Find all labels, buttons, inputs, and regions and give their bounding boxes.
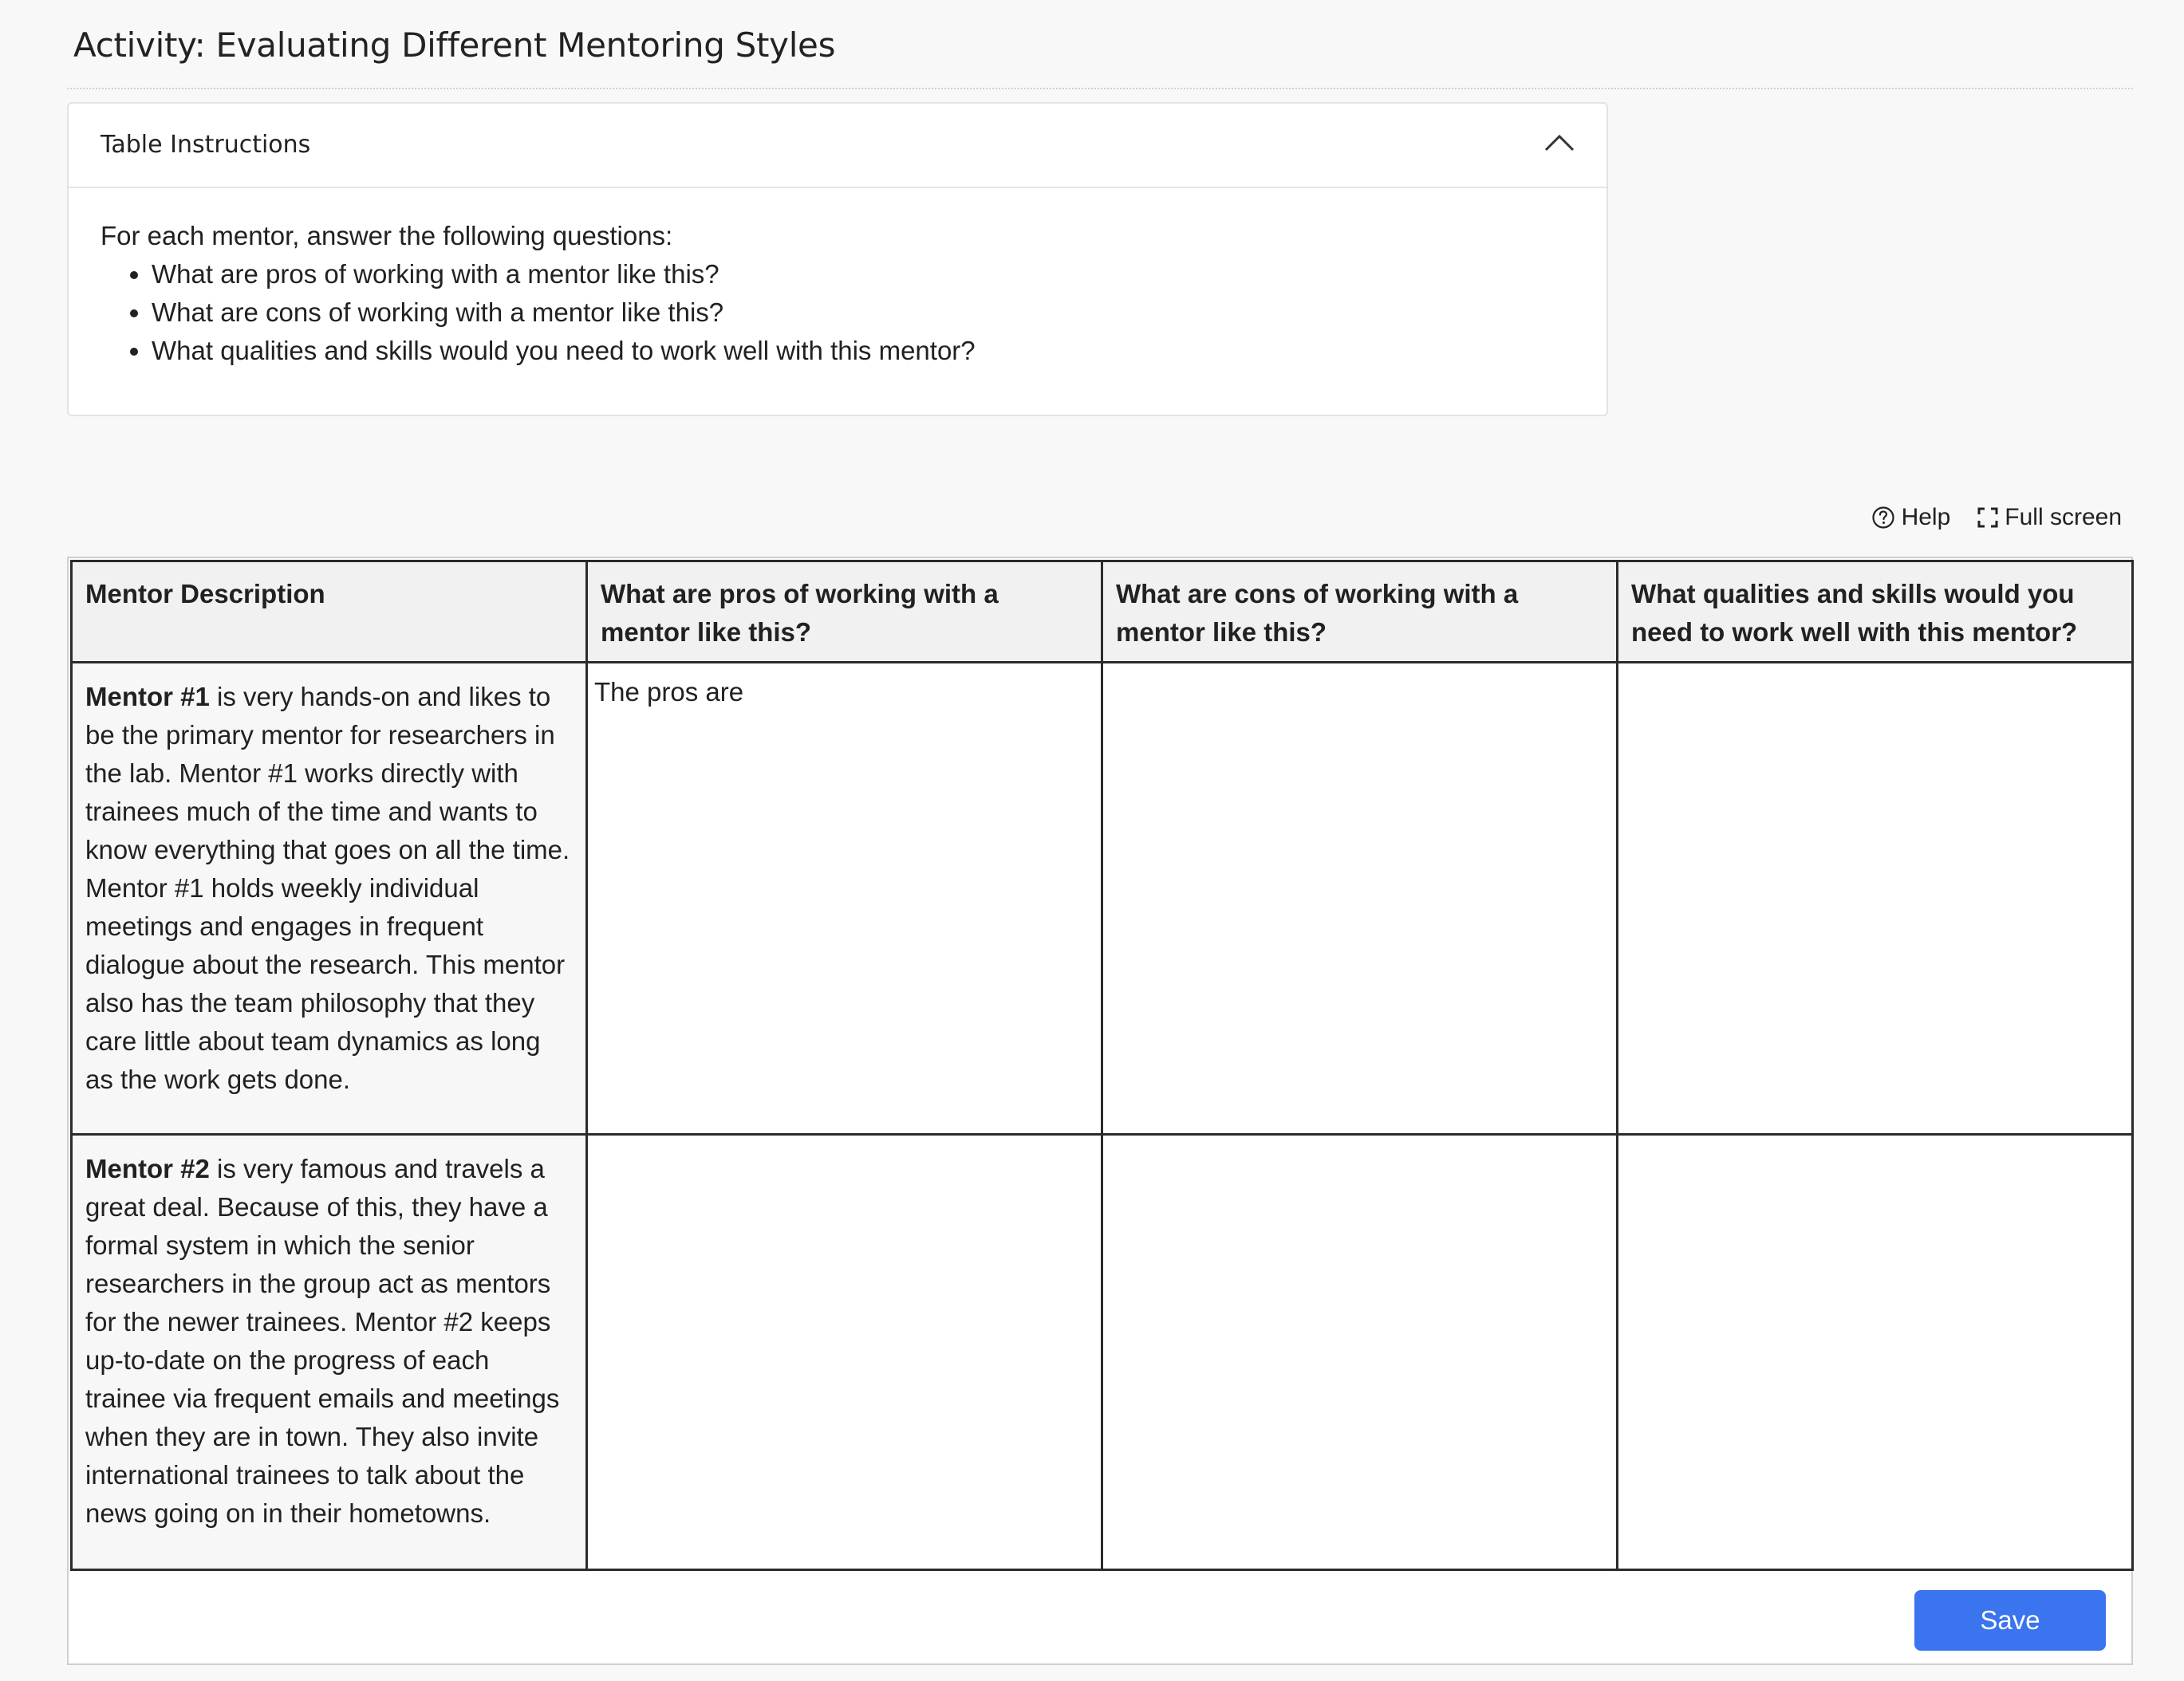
qualities-input-cell[interactable]: [1616, 1133, 2134, 1571]
table-header-row: Mentor Description What are pros of work…: [70, 560, 2134, 663]
mentor-table-container: Mentor Description What are pros of work…: [67, 557, 2134, 1665]
column-header-description: Mentor Description: [70, 560, 588, 663]
pros-input-cell[interactable]: The pros are: [585, 661, 1103, 1136]
mentor-name: Mentor #1: [85, 682, 210, 711]
mentor-description-text: is very hands-on and likes to be the pri…: [85, 682, 570, 1094]
column-header-pros: What are pros of working with a mentor l…: [585, 560, 1103, 663]
table-row: Mentor #2 is very famous and travels a g…: [70, 1133, 2134, 1571]
page-title: Activity: Evaluating Different Mentoring…: [73, 26, 836, 65]
table-row: Mentor #1 is very hands-on and likes to …: [70, 661, 2134, 1136]
help-button[interactable]: Help: [1871, 504, 1951, 531]
qualities-input-cell[interactable]: [1616, 661, 2134, 1136]
help-circle-icon: [1871, 506, 1894, 529]
fullscreen-icon: [1977, 507, 1998, 528]
instructions-toggle[interactable]: Table Instructions: [69, 104, 1606, 188]
mentor-table: Mentor Description What are pros of work…: [70, 560, 2134, 1571]
cons-input-cell[interactable]: [1101, 661, 1618, 1136]
column-header-qualities: What qualities and skills would you need…: [1616, 560, 2134, 663]
mentor-description-text: is very famous and travels a great deal.…: [85, 1154, 560, 1528]
mentor-description-cell: Mentor #2 is very famous and travels a g…: [70, 1133, 588, 1571]
table-toolbar: Help Full screen: [1871, 504, 2122, 531]
cons-input-cell[interactable]: [1101, 1133, 1618, 1571]
fullscreen-button[interactable]: Full screen: [1977, 504, 2122, 531]
column-header-cons: What are cons of working with a mentor l…: [1101, 560, 1618, 663]
pros-input-cell[interactable]: [585, 1133, 1103, 1571]
instructions-item: What are cons of working with a mentor l…: [152, 293, 1575, 332]
mentor-description-cell: Mentor #1 is very hands-on and likes to …: [70, 661, 588, 1136]
instructions-item: What are pros of working with a mentor l…: [152, 255, 1575, 293]
instructions-card: Table Instructions For each mentor, answ…: [67, 102, 1608, 416]
instructions-item: What qualities and skills would you need…: [152, 332, 1575, 370]
instructions-body: For each mentor, answer the following qu…: [69, 188, 1606, 370]
save-button[interactable]: Save: [1914, 1590, 2106, 1651]
instructions-header: Table Instructions: [101, 131, 311, 159]
fullscreen-label: Full screen: [2005, 504, 2122, 530]
chevron-up-icon[interactable]: [1544, 132, 1575, 152]
mentor-name: Mentor #2: [85, 1154, 210, 1183]
instructions-list: What are pros of working with a mentor l…: [101, 255, 1575, 370]
instructions-intro: For each mentor, answer the following qu…: [101, 221, 673, 250]
title-divider: [67, 88, 2133, 89]
help-label: Help: [1901, 504, 1951, 530]
